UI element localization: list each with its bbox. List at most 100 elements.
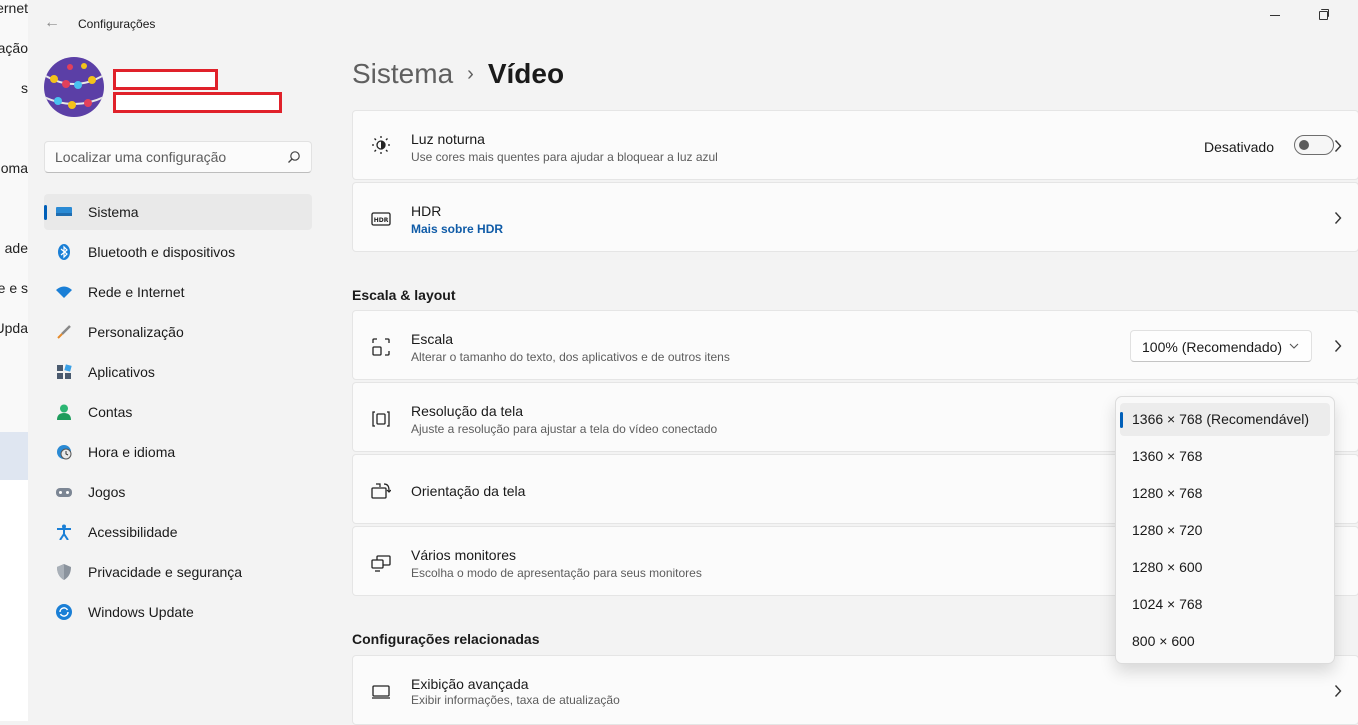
resolution-option-label: 800 × 600 — [1132, 633, 1195, 649]
background-text-fragment: oma — [0, 160, 28, 176]
brush-icon — [57, 325, 71, 339]
resolution-description: Ajuste a resolução para ajustar a tela d… — [411, 422, 718, 436]
sidebar-item-bluetooth[interactable]: Bluetooth e dispositivos — [44, 234, 312, 270]
scale-icon — [372, 338, 390, 356]
avatar[interactable] — [44, 57, 104, 117]
background-text-fragment: s — [21, 80, 28, 96]
scale-dropdown-value: 100% (Recomendado) — [1142, 339, 1283, 355]
sidebar-item-acessibilidade[interactable]: Acessibilidade — [44, 514, 312, 550]
night-light-description: Use cores mais quentes para ajudar a blo… — [411, 150, 718, 164]
resolution-option-label: 1360 × 768 — [1132, 448, 1203, 464]
resolution-icon — [372, 411, 390, 427]
resolution-option[interactable]: 1024 × 768 — [1120, 588, 1330, 621]
hdr-title: HDR — [411, 203, 442, 219]
sidebar-item-label: Bluetooth e dispositivos — [88, 244, 236, 260]
night-light-state-label: Desativado — [1203, 139, 1274, 155]
night-light-card[interactable]: Luz noturna Use cores mais quentes para … — [352, 110, 1358, 180]
bluetooth-icon — [58, 244, 70, 260]
sidebar-item-label: Sistema — [88, 204, 139, 220]
background-text-fragment: ade — [4, 240, 28, 256]
chevron-right-icon[interactable] — [1334, 139, 1342, 153]
resolution-option[interactable]: 800 × 600 — [1120, 625, 1330, 658]
background-lower-pane — [0, 480, 28, 721]
resolution-option[interactable]: 1360 × 768 — [1120, 440, 1330, 473]
redacted-user-name — [113, 69, 218, 90]
hdr-icon: HDR — [371, 212, 391, 226]
back-arrow-icon[interactable]: ← — [44, 14, 60, 32]
avatar-lights-icon — [44, 63, 104, 109]
person-icon — [57, 404, 71, 420]
breadcrumb: Sistema › Vídeo — [352, 58, 564, 90]
section-title-related: Configurações relacionadas — [352, 631, 540, 647]
breadcrumb-parent[interactable]: Sistema — [352, 58, 453, 89]
sidebar-item-windows-update[interactable]: Windows Update — [44, 594, 312, 630]
chevron-right-icon[interactable] — [1334, 684, 1342, 698]
scale-dropdown[interactable]: 100% (Recomendado) — [1130, 330, 1312, 362]
update-icon — [56, 604, 72, 620]
advanced-display-card[interactable]: Exibição avançada Exibir informações, ta… — [352, 655, 1358, 725]
scale-description: Alterar o tamanho do texto, dos aplicati… — [411, 350, 730, 364]
background-text-fragment: Upda — [0, 320, 28, 336]
night-light-title: Luz noturna — [411, 131, 485, 147]
apps-icon — [57, 364, 72, 379]
search-icon[interactable] — [287, 150, 301, 164]
hdr-link[interactable]: Mais sobre HDR — [411, 222, 503, 236]
resolution-option[interactable]: 1280 × 600 — [1120, 551, 1330, 584]
section-title-scale-layout: Escala & layout — [352, 287, 456, 303]
display-icon — [56, 207, 72, 216]
sidebar-item-label: Rede e Internet — [88, 284, 185, 300]
sidebar-item-label: Acessibilidade — [88, 524, 178, 540]
resolution-option-label: 1280 × 600 — [1132, 559, 1203, 575]
resolution-option[interactable]: 1366 × 768 (Recomendável) — [1120, 403, 1330, 436]
orientation-icon — [371, 483, 391, 499]
sidebar-item-privacidade[interactable]: Privacidade e segurança — [44, 554, 312, 590]
search-input[interactable] — [45, 142, 295, 172]
sidebar-item-label: Jogos — [88, 484, 126, 500]
chevron-right-icon[interactable] — [1334, 339, 1342, 353]
svg-text:HDR: HDR — [374, 217, 389, 224]
sidebar-item-personalizacao[interactable]: Personalização — [44, 314, 312, 350]
chevron-right-icon[interactable] — [1334, 211, 1342, 225]
sidebar-item-label: Windows Update — [88, 604, 194, 620]
resolution-title: Resolução da tela — [411, 403, 524, 419]
night-light-icon — [372, 136, 390, 154]
settings-window: ← Configurações Localizar uma configuraç… — [28, 0, 1358, 725]
background-text-fragment: ação — [0, 40, 28, 56]
resolution-option[interactable]: 1280 × 720 — [1120, 514, 1330, 547]
sidebar-item-label: Personalização — [88, 324, 184, 340]
sidebar-item-aplicativos[interactable]: Aplicativos — [44, 354, 312, 390]
scale-card[interactable]: Escala Alterar o tamanho do texto, dos a… — [352, 310, 1358, 380]
minimize-button[interactable] — [1268, 6, 1282, 20]
page-title: Vídeo — [487, 58, 565, 89]
advanced-display-title: Exibição avançada — [411, 676, 529, 692]
restore-button[interactable] — [1318, 8, 1330, 20]
active-indicator — [44, 205, 47, 220]
hdr-card[interactable]: HDR HDR Mais sobre HDR — [352, 182, 1358, 252]
resolution-option[interactable]: 1280 × 768 — [1120, 477, 1330, 510]
background-window: ernet ação s oma ade e e s Upda — [0, 0, 28, 721]
resolution-option-label: 1280 × 768 — [1132, 485, 1203, 501]
background-selected-row — [0, 432, 28, 480]
resolution-option-label: 1366 × 768 (Recomendável) — [1132, 411, 1310, 427]
scale-title: Escala — [411, 331, 454, 347]
sidebar-item-sistema[interactable]: Sistema — [44, 194, 312, 230]
toggle-knob — [1299, 140, 1309, 150]
night-light-toggle[interactable] — [1294, 135, 1334, 155]
advanced-display-description: Exibir informações, taxa de atualização — [411, 693, 620, 707]
multi-monitor-title: Vários monitores — [411, 547, 517, 563]
shield-icon — [57, 564, 71, 580]
title-bar: ← Configurações — [28, 0, 1358, 48]
background-text-fragment: e e s — [0, 280, 28, 296]
sidebar-item-label: Contas — [88, 404, 133, 420]
multiple-monitors-icon — [371, 555, 391, 572]
sidebar-item-label: Hora e idioma — [88, 444, 176, 460]
redacted-user-email — [113, 92, 282, 113]
sidebar-item-contas[interactable]: Contas — [44, 394, 312, 430]
sidebar-item-hora[interactable]: Hora e idioma — [44, 434, 312, 470]
search-box[interactable] — [44, 141, 312, 173]
sidebar-item-rede[interactable]: Rede e Internet — [44, 274, 312, 310]
sidebar-item-jogos[interactable]: Jogos — [44, 474, 312, 510]
chevron-down-icon — [1289, 343, 1299, 349]
sidebar-item-label: Aplicativos — [88, 364, 155, 380]
multi-monitor-description: Escolha o modo de apresentação para seus… — [411, 566, 702, 580]
